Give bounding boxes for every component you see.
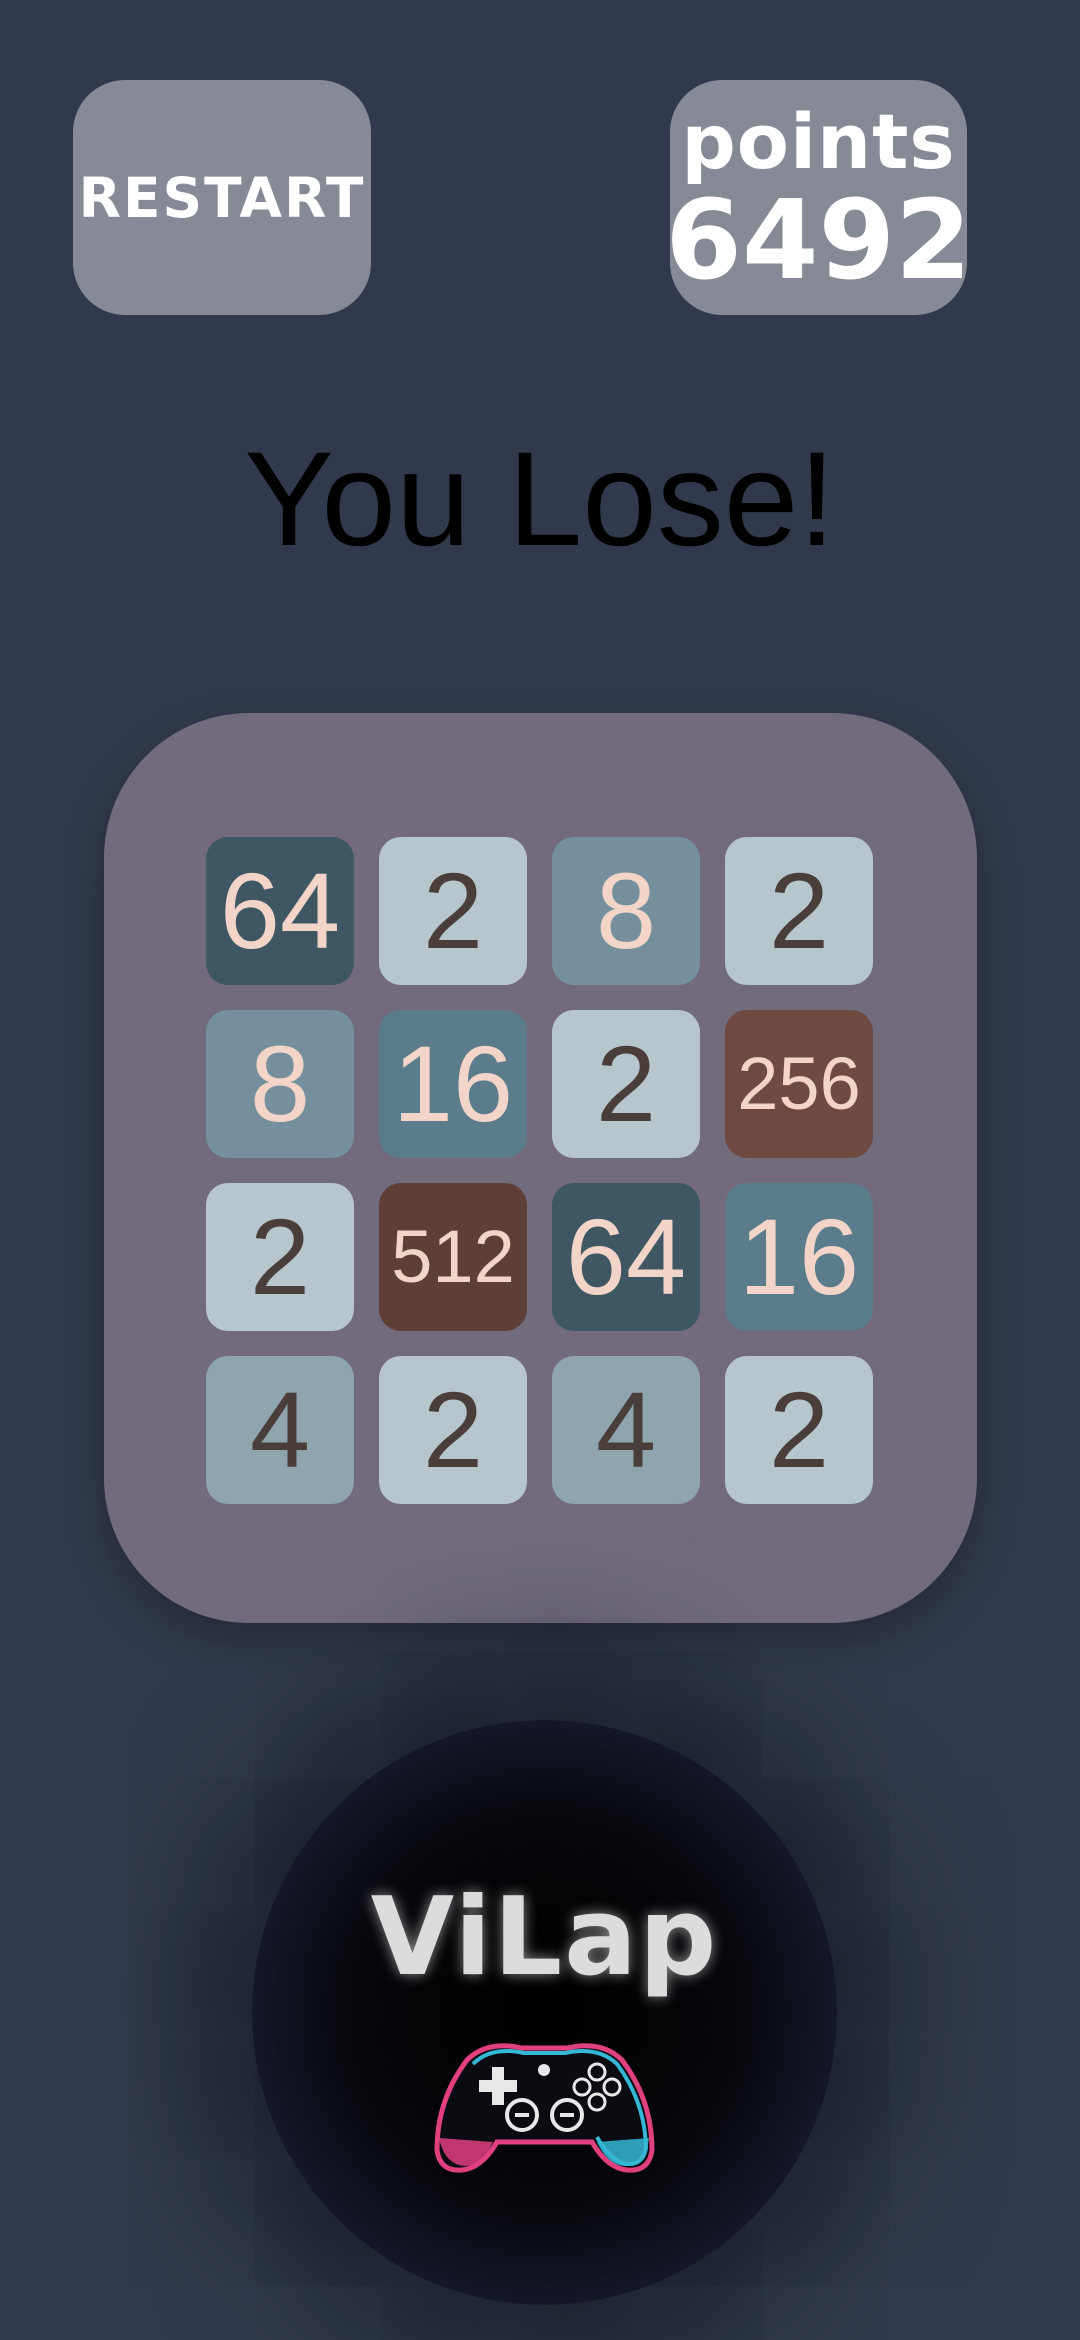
tile: 256 [725, 1010, 873, 1158]
tile: 2 [552, 1010, 700, 1158]
score-box: points 6492 [665, 80, 972, 315]
game-board[interactable]: 64 2 8 2 8 16 2 256 2 512 64 16 4 2 4 2 [104, 713, 977, 1623]
tile: 2 [725, 1356, 873, 1504]
tile: 2 [206, 1183, 354, 1331]
tile: 4 [206, 1356, 354, 1504]
tile: 2 [379, 837, 527, 985]
game-status-text: You Lose! [244, 425, 836, 574]
tile: 4 [552, 1356, 700, 1504]
tile: 8 [552, 837, 700, 985]
tile: 2 [379, 1356, 527, 1504]
tile: 64 [552, 1183, 700, 1331]
tile: 8 [206, 1010, 354, 1158]
tile-grid: 64 2 8 2 8 16 2 256 2 512 64 16 4 2 4 2 [206, 837, 873, 1504]
restart-label: RESTART [78, 165, 366, 230]
tile: 16 [379, 1010, 527, 1158]
tile: 16 [725, 1183, 873, 1331]
tile: 2 [725, 837, 873, 985]
brand-logo: ViLap [252, 1720, 837, 2305]
score-value: 6492 [665, 175, 972, 304]
brand-logo-text: ViLap [370, 1875, 719, 2000]
gamepad-icon [434, 2043, 655, 2173]
score-label: points [681, 96, 956, 186]
tile: 512 [379, 1183, 527, 1331]
tile: 64 [206, 837, 354, 985]
restart-button[interactable]: RESTART [73, 80, 371, 315]
